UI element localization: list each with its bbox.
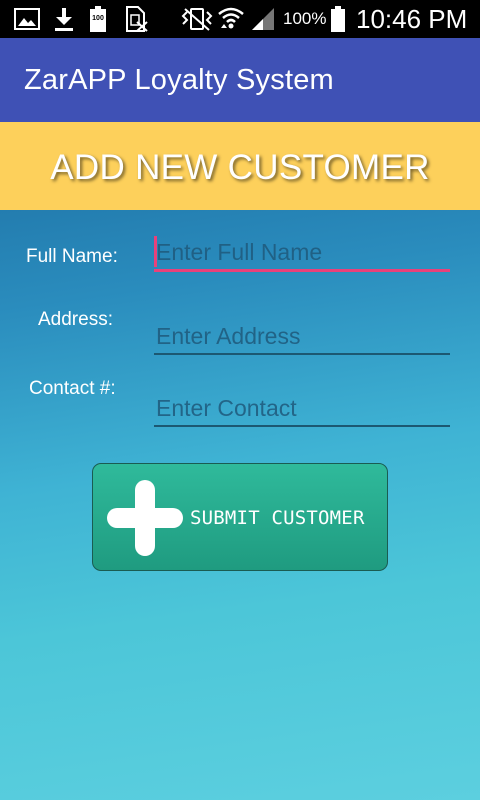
- full-name-underline: [154, 269, 450, 272]
- sim-off-icon: [124, 6, 148, 32]
- add-customer-screen: ADD NEW CUSTOMER Full Name: Address: Con…: [0, 122, 480, 800]
- status-bar: 100 100% 10:46 PM: [0, 0, 480, 38]
- header-banner: ADD NEW CUSTOMER: [0, 122, 480, 210]
- plus-icon: [107, 480, 183, 556]
- download-icon: [52, 6, 76, 32]
- battery-percent: 100%: [283, 9, 327, 28]
- battery-saver-icon: 100: [89, 6, 107, 32]
- wifi-icon: [217, 6, 245, 32]
- page-title: ADD NEW CUSTOMER: [50, 148, 430, 187]
- contact-input[interactable]: [154, 388, 450, 428]
- app-title: ZarAPP Loyalty System: [24, 64, 334, 96]
- battery-icon: [330, 6, 346, 32]
- submit-button-label: SUBMIT CUSTOMER: [190, 507, 365, 529]
- address-label: Address:: [38, 309, 113, 330]
- address-input[interactable]: [154, 316, 450, 356]
- clock: 10:46 PM: [356, 4, 468, 34]
- contact-underline: [154, 425, 450, 427]
- full-name-label: Full Name:: [26, 246, 118, 267]
- battery-saver-label: 100: [92, 15, 104, 22]
- contact-label: Contact #:: [29, 378, 116, 399]
- full-name-input[interactable]: [154, 232, 450, 272]
- address-underline: [154, 353, 450, 355]
- vibrate-icon: [181, 6, 213, 32]
- submit-customer-button[interactable]: SUBMIT CUSTOMER: [92, 463, 388, 571]
- signal-icon: [250, 6, 276, 32]
- image-icon: [14, 6, 40, 32]
- app-bar: ZarAPP Loyalty System: [0, 38, 480, 122]
